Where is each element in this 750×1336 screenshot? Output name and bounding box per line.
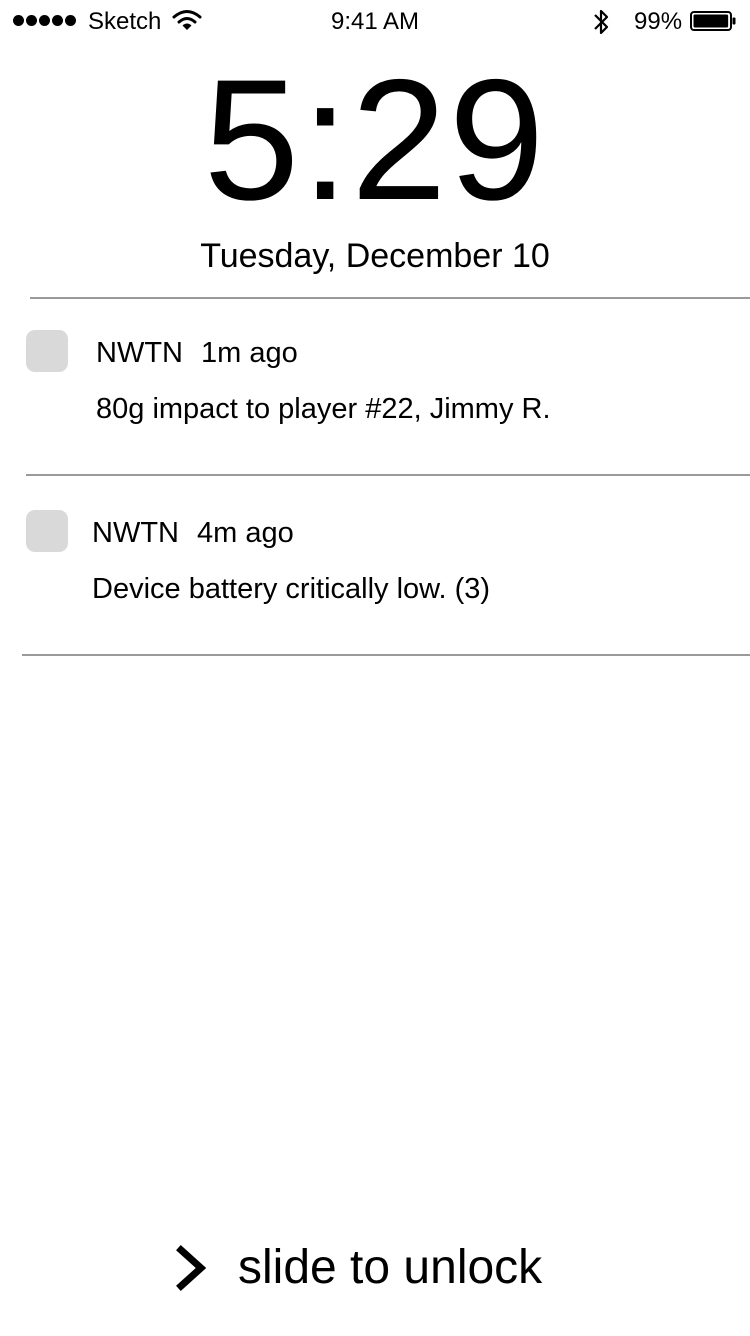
notification-header: NWTN 4m ago — [92, 516, 294, 550]
battery-percent: 99% — [634, 8, 683, 35]
divider — [30, 297, 750, 299]
status-bar: Sketch 9:41 AM 99% — [0, 0, 750, 44]
notification-item[interactable]: NWTN 1m ago 80g impact to player #22, Jim… — [0, 300, 750, 474]
slide-to-unlock-label: slide to unlock — [238, 1241, 543, 1294]
lock-screen-date: Tuesday, December 10 — [200, 237, 550, 275]
battery-icon — [690, 11, 736, 31]
app-icon — [26, 510, 68, 552]
app-icon — [26, 330, 68, 372]
bluetooth-icon — [594, 9, 609, 35]
notification-age: 1m ago — [200, 337, 298, 369]
notification-app-name: NWTN — [96, 337, 183, 369]
lock-screen: Sketch 9:41 AM 99% 5:29 Tuesday, Decembe… — [0, 0, 750, 1336]
notification-item[interactable]: NWTN 4m ago Device battery critically low… — [0, 476, 750, 654]
notification-message: 80g impact to player #22, Jimmy R. — [96, 393, 551, 425]
notification-message: Device battery critically low. (3) — [92, 573, 491, 605]
slide-to-unlock[interactable]: slide to unlock — [172, 1240, 542, 1296]
notification-app-name: NWTN — [92, 517, 179, 549]
divider — [22, 654, 750, 656]
chevron-right-icon — [176, 1245, 207, 1291]
notification-header: NWTN 1m ago — [96, 336, 298, 370]
notification-age: 4m ago — [196, 517, 294, 549]
lock-screen-time: 5:29 — [203, 44, 547, 236]
